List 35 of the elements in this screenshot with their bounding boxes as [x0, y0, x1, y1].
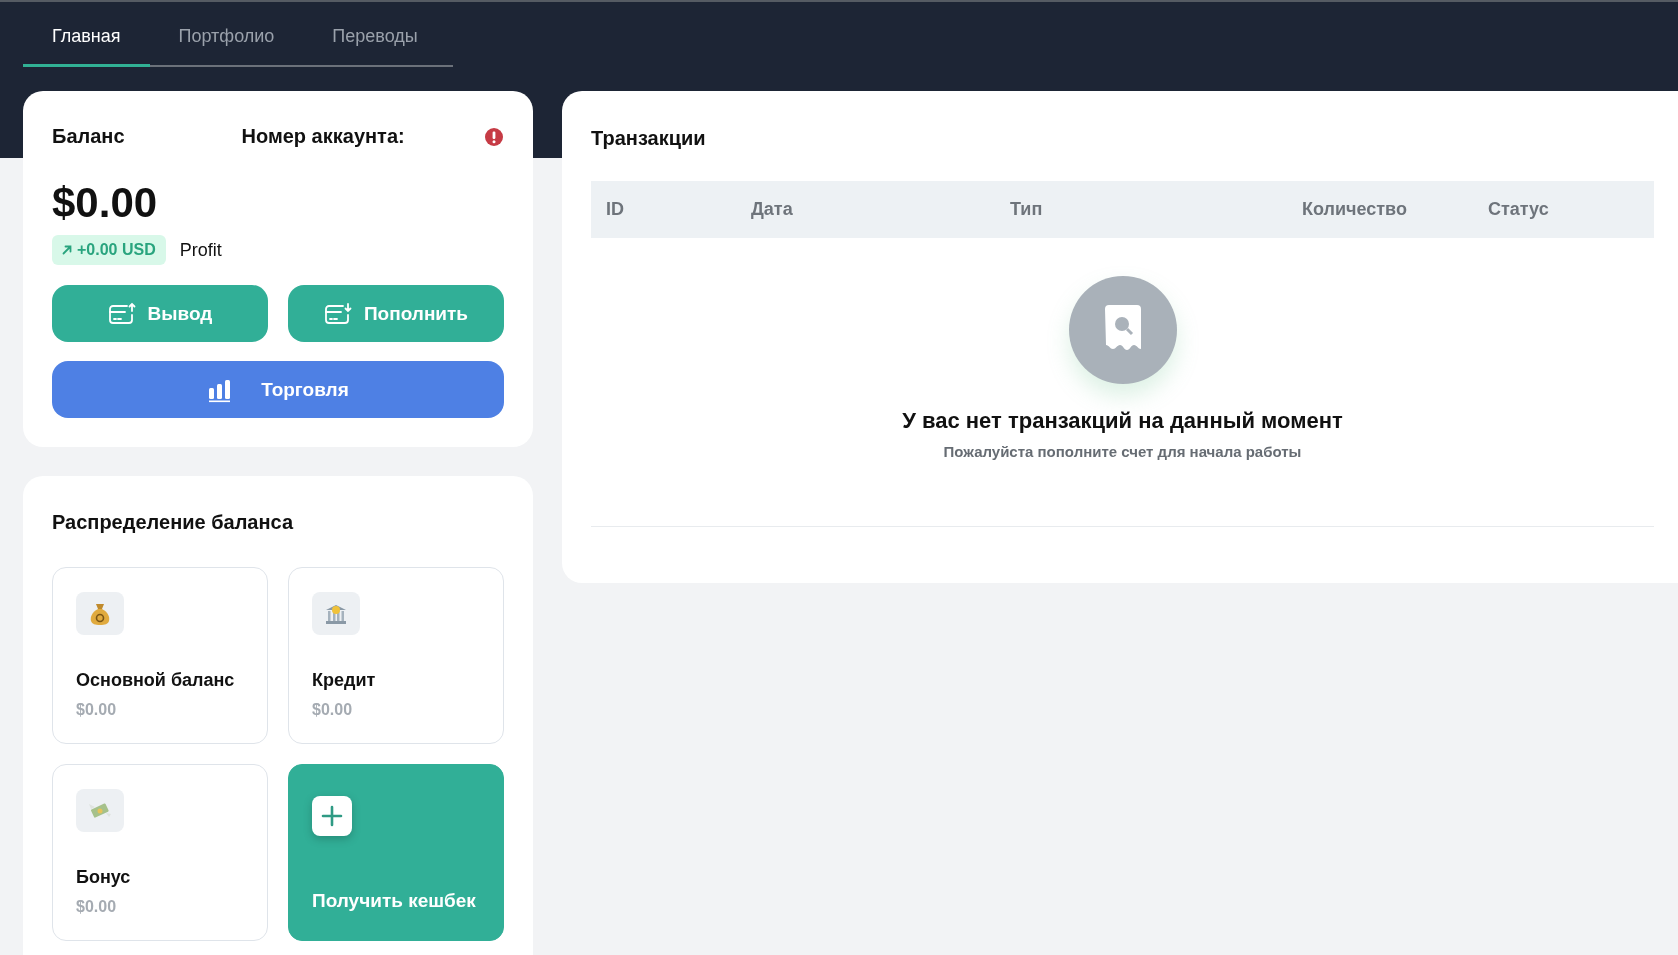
column-header: Количество	[1302, 199, 1408, 220]
nav-tab[interactable]: Портфолио	[149, 18, 304, 67]
nav-tab[interactable]: Главная	[23, 18, 150, 67]
transactions-title: Транзакции	[591, 127, 707, 150]
money-bag-icon	[76, 592, 124, 635]
column-header: Статус	[1488, 199, 1550, 220]
balance-tile[interactable]: Основной баланс $0.00	[52, 567, 268, 744]
column-header: ID	[606, 199, 625, 220]
balance-amount: $0.00	[52, 179, 159, 227]
nav-tab[interactable]: Переводы	[303, 18, 447, 67]
tile-name: Основной баланс	[76, 670, 236, 691]
change-badge: +0.00 USD	[52, 235, 166, 265]
column-header: Тип	[1010, 199, 1044, 220]
account-label: Номер аккаунта:	[241, 125, 406, 148]
balance-tile[interactable]: Кредит $0.00	[288, 567, 504, 744]
empty-title: У вас нет транзакций на данный момент	[902, 408, 1343, 434]
card-upload-icon	[107, 301, 136, 326]
tile-value: $0.00	[76, 898, 118, 916]
plus-icon	[312, 796, 352, 836]
money-wings-icon	[76, 789, 124, 832]
balance-tile[interactable]: Бонус $0.00	[52, 764, 268, 941]
tile-value: $0.00	[312, 701, 354, 719]
column-header: Дата	[751, 199, 794, 220]
tile-value: $0.00	[76, 701, 118, 719]
balance-title: Баланс	[52, 125, 125, 148]
tile-name: Кредит	[312, 670, 377, 691]
profit-label: Profit	[179, 239, 222, 261]
empty-subtitle: Пожалуйста пополните счет для начала работы	[943, 443, 1302, 460]
tile-name: Бонус	[76, 867, 132, 888]
distribution-title: Распределение баланса	[52, 511, 295, 534]
bank-icon	[312, 592, 360, 635]
trade-button[interactable]: Торговля	[52, 361, 504, 418]
card-download-icon	[323, 301, 352, 326]
alert-icon	[484, 126, 504, 147]
arrow-icon	[62, 245, 72, 255]
